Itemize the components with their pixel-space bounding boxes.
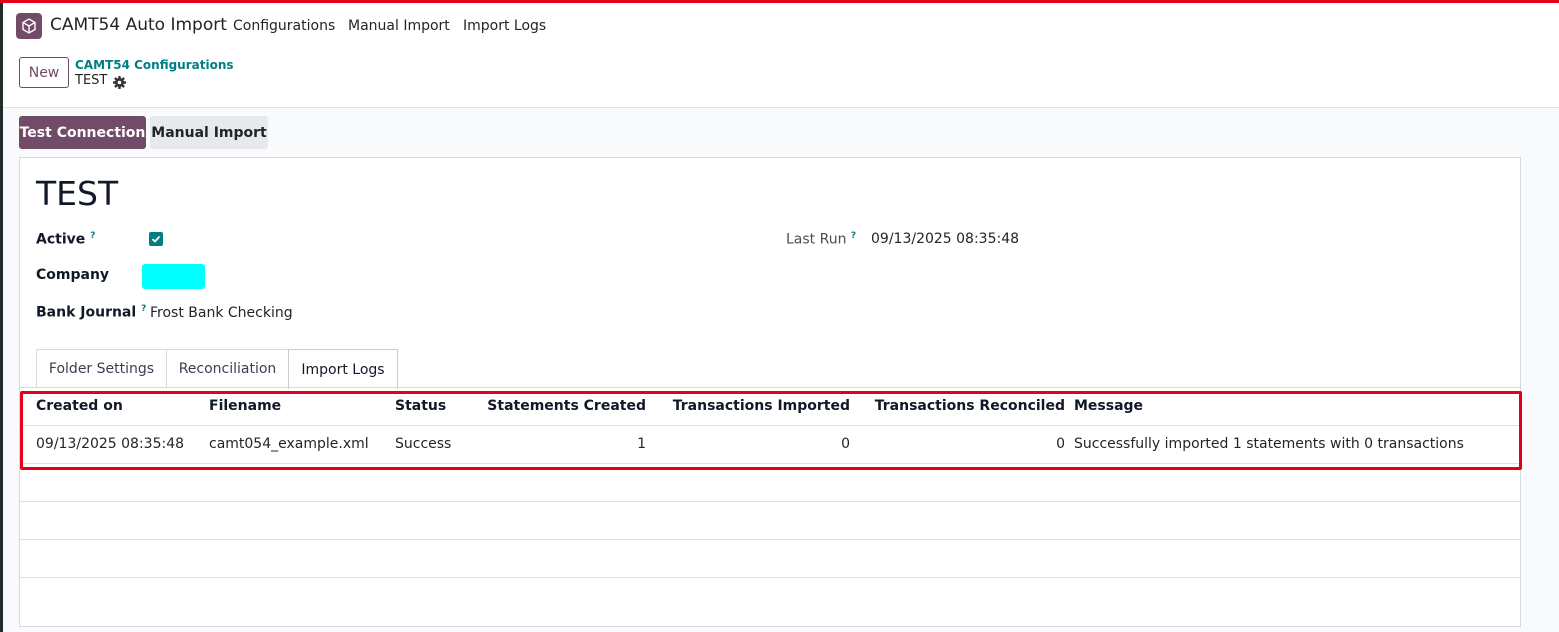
company-label: Company: [36, 267, 110, 283]
last-run-label: Last Run ?: [786, 231, 857, 248]
bank-journal-value[interactable]: Frost Bank Checking: [150, 305, 293, 321]
manual-import-button[interactable]: Manual Import: [150, 116, 268, 149]
highlight-box: [20, 391, 1522, 470]
active-help-icon[interactable]: ?: [90, 231, 95, 241]
table-row-divider: [20, 539, 1520, 540]
gear-icon[interactable]: [113, 74, 126, 89]
bank-journal-help-icon[interactable]: ?: [141, 304, 146, 314]
last-run-help-icon[interactable]: ?: [851, 231, 856, 241]
table-row-divider: [20, 501, 1520, 502]
company-value-redacted[interactable]: [142, 264, 205, 289]
menu-configurations[interactable]: Configurations: [233, 18, 335, 34]
breadcrumb-current: TEST: [75, 73, 108, 88]
cube-icon[interactable]: [16, 13, 42, 39]
last-run-value: 09/13/2025 08:35:48: [871, 231, 1020, 247]
app-title[interactable]: CAMT54 Auto Import: [50, 15, 227, 35]
active-label: Active ?: [36, 231, 96, 248]
check-icon: [151, 235, 161, 243]
test-connection-button[interactable]: Test Connection: [19, 116, 146, 149]
top-accent-bar: [0, 0, 1559, 3]
tabs-underline: [20, 387, 1520, 388]
tab-reconciliation[interactable]: Reconciliation: [166, 349, 289, 388]
tab-import-logs[interactable]: Import Logs: [288, 349, 398, 389]
new-button[interactable]: New: [19, 57, 69, 88]
active-checkbox[interactable]: [149, 232, 163, 246]
record-title: TEST: [36, 174, 119, 213]
table-row-divider: [20, 577, 1520, 578]
menu-manual-import[interactable]: Manual Import: [348, 18, 450, 34]
menu-import-logs[interactable]: Import Logs: [463, 18, 546, 34]
tab-folder-settings[interactable]: Folder Settings: [36, 349, 167, 388]
breadcrumb-parent[interactable]: CAMT54 Configurations: [75, 58, 234, 72]
bank-journal-label: Bank Journal ?: [36, 304, 147, 321]
